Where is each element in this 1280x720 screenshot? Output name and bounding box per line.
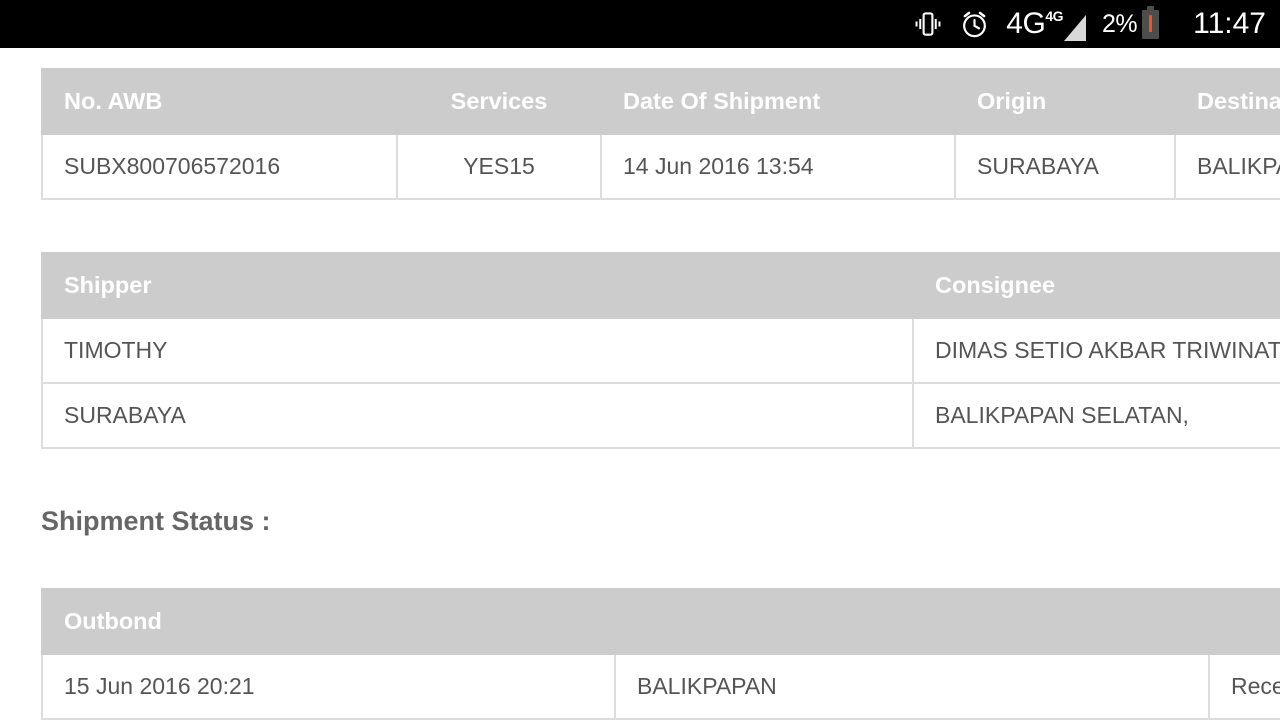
column-header-destination[interactable]: Destination xyxy=(1174,68,1280,135)
battery-low-icon xyxy=(1142,5,1160,39)
network-type-indicator: 4G 4G xyxy=(1006,7,1086,41)
battery-percent-label: 2% xyxy=(1102,9,1138,38)
table-header-row: Shipper Consignee xyxy=(41,252,1280,319)
column-header-awb[interactable]: No. AWB xyxy=(41,68,398,135)
cell-shipper-city: SURABAYA xyxy=(41,382,914,449)
table-header-row: Outbond xyxy=(41,588,1280,655)
column-header-services[interactable]: Services xyxy=(396,68,602,135)
shipment-summary-table: No. AWB Services Date Of Shipment Origin… xyxy=(41,68,1280,200)
table-row: TIMOTHY DIMAS SETIO AKBAR TRIWINATA xyxy=(41,317,1280,384)
table-header-row: No. AWB Services Date Of Shipment Origin… xyxy=(41,68,1280,135)
status-bar[interactable]: 4G 4G 2% 11:47 xyxy=(0,0,1280,48)
vibrate-icon xyxy=(913,9,943,39)
column-header-outbond-blank-1[interactable] xyxy=(614,588,1210,655)
battery-warning-mark xyxy=(1149,14,1153,35)
shipment-status-title: Shipment Status : xyxy=(41,506,271,536)
cell-outbond-status: Received xyxy=(1208,653,1280,720)
column-header-shipper[interactable]: Shipper xyxy=(41,252,914,319)
network-type-superscript: 4G xyxy=(1045,8,1063,24)
cell-awb: SUBX800706572016 xyxy=(41,133,398,200)
column-header-origin[interactable]: Origin xyxy=(954,68,1176,135)
cell-consignee-name: DIMAS SETIO AKBAR TRIWINATA xyxy=(912,317,1280,384)
outbond-status-table: Outbond 15 Jun 2016 20:21 BALIKPAPAN Rec… xyxy=(41,588,1280,720)
shipper-consignee-table: Shipper Consignee TIMOTHY DIMAS SETIO AK… xyxy=(41,252,1280,449)
cell-services: YES15 xyxy=(396,133,602,200)
cell-destination: BALIKPAPAN xyxy=(1174,133,1280,200)
cell-outbond-datetime: 15 Jun 2016 20:21 xyxy=(41,653,616,720)
table-row: SUBX800706572016 YES15 14 Jun 2016 13:54… xyxy=(41,133,1280,200)
cell-consignee-city: BALIKPAPAN SELATAN, xyxy=(912,382,1280,449)
column-header-outbond[interactable]: Outbond xyxy=(41,588,616,655)
table-row: SURABAYA BALIKPAPAN SELATAN, xyxy=(41,382,1280,449)
cell-shipper-name: TIMOTHY xyxy=(41,317,914,384)
column-header-outbond-blank-2[interactable] xyxy=(1208,588,1280,655)
network-type-label: 4G xyxy=(1006,7,1046,40)
table-row: 15 Jun 2016 20:21 BALIKPAPAN Received xyxy=(41,653,1280,720)
cell-outbond-location: BALIKPAPAN xyxy=(614,653,1210,720)
page-content: No. AWB Services Date Of Shipment Origin… xyxy=(0,48,1280,720)
cell-date: 14 Jun 2016 13:54 xyxy=(600,133,956,200)
alarm-clock-icon xyxy=(959,9,990,40)
cell-origin: SURABAYA xyxy=(954,133,1176,200)
battery-indicator: 2% xyxy=(1102,5,1160,39)
clock-label: 11:47 xyxy=(1193,7,1266,40)
column-header-consignee[interactable]: Consignee xyxy=(912,252,1280,319)
column-header-date[interactable]: Date Of Shipment xyxy=(600,68,956,135)
clock: 11:47 xyxy=(1175,7,1266,41)
signal-bars-icon xyxy=(1064,15,1086,41)
